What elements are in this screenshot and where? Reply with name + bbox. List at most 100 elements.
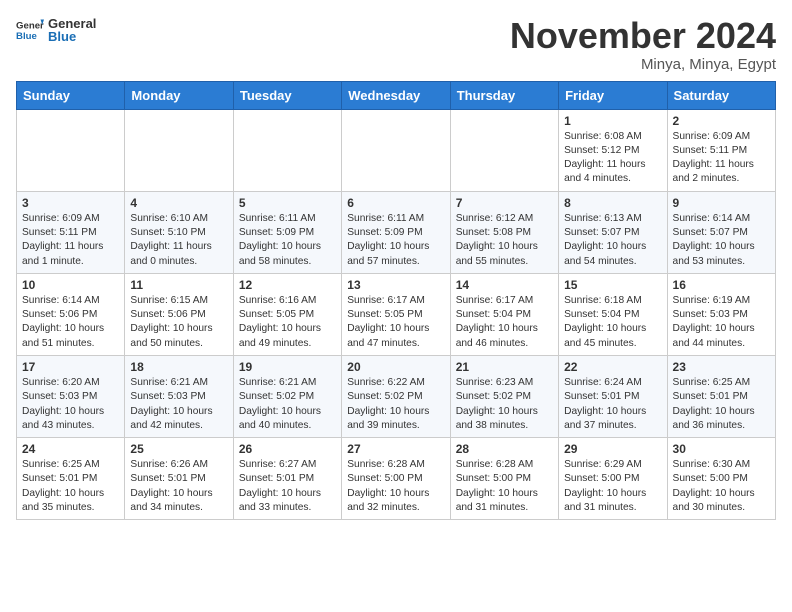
calendar-cell: 13Sunrise: 6:17 AM Sunset: 5:05 PM Dayli… — [342, 273, 450, 355]
day-info: Sunrise: 6:11 AM Sunset: 5:09 PM Dayligh… — [239, 212, 336, 269]
day-info: Sunrise: 6:23 AM Sunset: 5:02 PM Dayligh… — [456, 376, 553, 433]
day-info: Sunrise: 6:18 AM Sunset: 5:04 PM Dayligh… — [564, 294, 661, 351]
day-info: Sunrise: 6:24 AM Sunset: 5:01 PM Dayligh… — [564, 376, 661, 433]
day-number: 9 — [673, 196, 770, 210]
day-info: Sunrise: 6:21 AM Sunset: 5:02 PM Dayligh… — [239, 376, 336, 433]
calendar-cell: 19 Sunrise: 6:21 AM Sunset: 5:02 PM Dayli… — [233, 355, 341, 437]
day-number: 20 — [347, 360, 444, 374]
calendar-week-1: 1 Sunrise: 6:08 AM Sunset: 5:12 PM Daylig… — [17, 109, 776, 191]
weekday-header-sunday: Sunday — [17, 81, 125, 109]
calendar-cell: 5 Sunrise: 6:11 AM Sunset: 5:09 PM Daylig… — [233, 191, 341, 273]
day-info: Sunrise: 6:28 AM Sunset: 5:00 PM Dayligh… — [456, 458, 553, 515]
day-info: Sunrise: 6:27 AM Sunset: 5:01 PM Dayligh… — [239, 458, 336, 515]
day-info: Sunrise: 6:14 AM Sunset: 5:06 PM Dayligh… — [22, 294, 119, 351]
calendar-cell: 17Sunrise: 6:20 AM Sunset: 5:03 PM Dayli… — [17, 355, 125, 437]
weekday-header-wednesday: Wednesday — [342, 81, 450, 109]
calendar-cell: 28Sunrise: 6:28 AM Sunset: 5:00 PM Dayli… — [450, 438, 558, 520]
day-info: Sunrise: 6:25 AM Sunset: 5:01 PM Dayligh… — [673, 376, 770, 433]
calendar-cell: 11 Sunrise: 6:15 AM Sunset: 5:06 PM Dayli… — [125, 273, 233, 355]
calendar-cell — [450, 109, 558, 191]
day-number: 15 — [564, 278, 661, 292]
day-number: 2 — [673, 114, 770, 128]
day-number: 21 — [456, 360, 553, 374]
day-info: Sunrise: 6:13 AM Sunset: 5:07 PM Dayligh… — [564, 212, 661, 269]
calendar-cell: 7 Sunrise: 6:12 AM Sunset: 5:08 PM Daylig… — [450, 191, 558, 273]
day-number: 25 — [130, 442, 227, 456]
calendar-cell: 22 Sunrise: 6:24 AM Sunset: 5:01 PM Dayli… — [559, 355, 667, 437]
weekday-header-row: SundayMondayTuesdayWednesdayThursdayFrid… — [17, 81, 776, 109]
logo-icon: General Blue — [16, 16, 44, 44]
calendar-cell: 16 Sunrise: 6:19 AM Sunset: 5:03 PM Dayli… — [667, 273, 775, 355]
day-number: 11 — [130, 278, 227, 292]
location: Minya, Minya, Egypt — [510, 56, 776, 73]
weekday-header-monday: Monday — [125, 81, 233, 109]
day-info: Sunrise: 6:25 AM Sunset: 5:01 PM Dayligh… — [22, 458, 119, 515]
day-info: Sunrise: 6:09 AM Sunset: 5:11 PM Dayligh… — [673, 130, 770, 187]
day-info: Sunrise: 6:16 AM Sunset: 5:05 PM Dayligh… — [239, 294, 336, 351]
calendar-table: SundayMondayTuesdayWednesdayThursdayFrid… — [16, 81, 776, 521]
day-info: Sunrise: 6:10 AM Sunset: 5:10 PM Dayligh… — [130, 212, 227, 269]
calendar-cell: 18 Sunrise: 6:21 AM Sunset: 5:03 PM Dayli… — [125, 355, 233, 437]
day-number: 8 — [564, 196, 661, 210]
calendar-cell: 29 Sunrise: 6:29 AM Sunset: 5:00 PM Dayli… — [559, 438, 667, 520]
day-info: Sunrise: 6:12 AM Sunset: 5:08 PM Dayligh… — [456, 212, 553, 269]
calendar-cell: 6Sunrise: 6:11 AM Sunset: 5:09 PM Daylig… — [342, 191, 450, 273]
day-info: Sunrise: 6:26 AM Sunset: 5:01 PM Dayligh… — [130, 458, 227, 515]
day-number: 18 — [130, 360, 227, 374]
day-number: 17 — [22, 360, 119, 374]
day-info: Sunrise: 6:29 AM Sunset: 5:00 PM Dayligh… — [564, 458, 661, 515]
calendar-cell: 14Sunrise: 6:17 AM Sunset: 5:04 PM Dayli… — [450, 273, 558, 355]
day-number: 29 — [564, 442, 661, 456]
weekday-header-saturday: Saturday — [667, 81, 775, 109]
svg-text:Blue: Blue — [16, 31, 37, 42]
calendar-cell: 26Sunrise: 6:27 AM Sunset: 5:01 PM Dayli… — [233, 438, 341, 520]
day-number: 22 — [564, 360, 661, 374]
calendar-cell: 20 Sunrise: 6:22 AM Sunset: 5:02 PM Dayli… — [342, 355, 450, 437]
calendar-cell: 27 Sunrise: 6:28 AM Sunset: 5:00 PM Dayli… — [342, 438, 450, 520]
day-info: Sunrise: 6:28 AM Sunset: 5:00 PM Dayligh… — [347, 458, 444, 515]
day-number: 23 — [673, 360, 770, 374]
day-number: 24 — [22, 442, 119, 456]
day-info: Sunrise: 6:21 AM Sunset: 5:03 PM Dayligh… — [130, 376, 227, 433]
calendar-cell: 23 Sunrise: 6:25 AM Sunset: 5:01 PM Dayli… — [667, 355, 775, 437]
calendar-week-3: 10 Sunrise: 6:14 AM Sunset: 5:06 PM Dayli… — [17, 273, 776, 355]
day-number: 1 — [564, 114, 661, 128]
calendar-cell: 15 Sunrise: 6:18 AM Sunset: 5:04 PM Dayli… — [559, 273, 667, 355]
weekday-header-tuesday: Tuesday — [233, 81, 341, 109]
calendar-cell: 3Sunrise: 6:09 AM Sunset: 5:11 PM Daylig… — [17, 191, 125, 273]
day-info: Sunrise: 6:08 AM Sunset: 5:12 PM Dayligh… — [564, 130, 661, 187]
day-info: Sunrise: 6:19 AM Sunset: 5:03 PM Dayligh… — [673, 294, 770, 351]
day-number: 27 — [347, 442, 444, 456]
calendar-cell: 10 Sunrise: 6:14 AM Sunset: 5:06 PM Dayli… — [17, 273, 125, 355]
day-info: Sunrise: 6:30 AM Sunset: 5:00 PM Dayligh… — [673, 458, 770, 515]
calendar-cell: 4Sunrise: 6:10 AM Sunset: 5:10 PM Daylig… — [125, 191, 233, 273]
day-number: 16 — [673, 278, 770, 292]
day-number: 12 — [239, 278, 336, 292]
calendar-cell — [342, 109, 450, 191]
day-info: Sunrise: 6:15 AM Sunset: 5:06 PM Dayligh… — [130, 294, 227, 351]
calendar-cell — [233, 109, 341, 191]
calendar-week-5: 24 Sunrise: 6:25 AM Sunset: 5:01 PM Dayli… — [17, 438, 776, 520]
calendar-cell: 24 Sunrise: 6:25 AM Sunset: 5:01 PM Dayli… — [17, 438, 125, 520]
day-number: 19 — [239, 360, 336, 374]
calendar-cell: 1 Sunrise: 6:08 AM Sunset: 5:12 PM Daylig… — [559, 109, 667, 191]
calendar-cell: 12 Sunrise: 6:16 AM Sunset: 5:05 PM Dayli… — [233, 273, 341, 355]
logo: General Blue General Blue — [16, 16, 96, 44]
calendar-cell: 21 Sunrise: 6:23 AM Sunset: 5:02 PM Dayli… — [450, 355, 558, 437]
day-info: Sunrise: 6:17 AM Sunset: 5:04 PM Dayligh… — [456, 294, 553, 351]
calendar-cell: 9 Sunrise: 6:14 AM Sunset: 5:07 PM Daylig… — [667, 191, 775, 273]
title-block: November 2024 Minya, Minya, Egypt — [510, 16, 776, 73]
day-number: 5 — [239, 196, 336, 210]
calendar-week-4: 17Sunrise: 6:20 AM Sunset: 5:03 PM Dayli… — [17, 355, 776, 437]
calendar-cell: 2 Sunrise: 6:09 AM Sunset: 5:11 PM Daylig… — [667, 109, 775, 191]
day-info: Sunrise: 6:22 AM Sunset: 5:02 PM Dayligh… — [347, 376, 444, 433]
day-number: 7 — [456, 196, 553, 210]
day-info: Sunrise: 6:14 AM Sunset: 5:07 PM Dayligh… — [673, 212, 770, 269]
weekday-header-friday: Friday — [559, 81, 667, 109]
svg-text:General: General — [16, 20, 44, 31]
day-number: 10 — [22, 278, 119, 292]
calendar-cell — [17, 109, 125, 191]
page-header: General Blue General Blue November 2024 … — [16, 16, 776, 73]
calendar-week-2: 3Sunrise: 6:09 AM Sunset: 5:11 PM Daylig… — [17, 191, 776, 273]
calendar-cell — [125, 109, 233, 191]
